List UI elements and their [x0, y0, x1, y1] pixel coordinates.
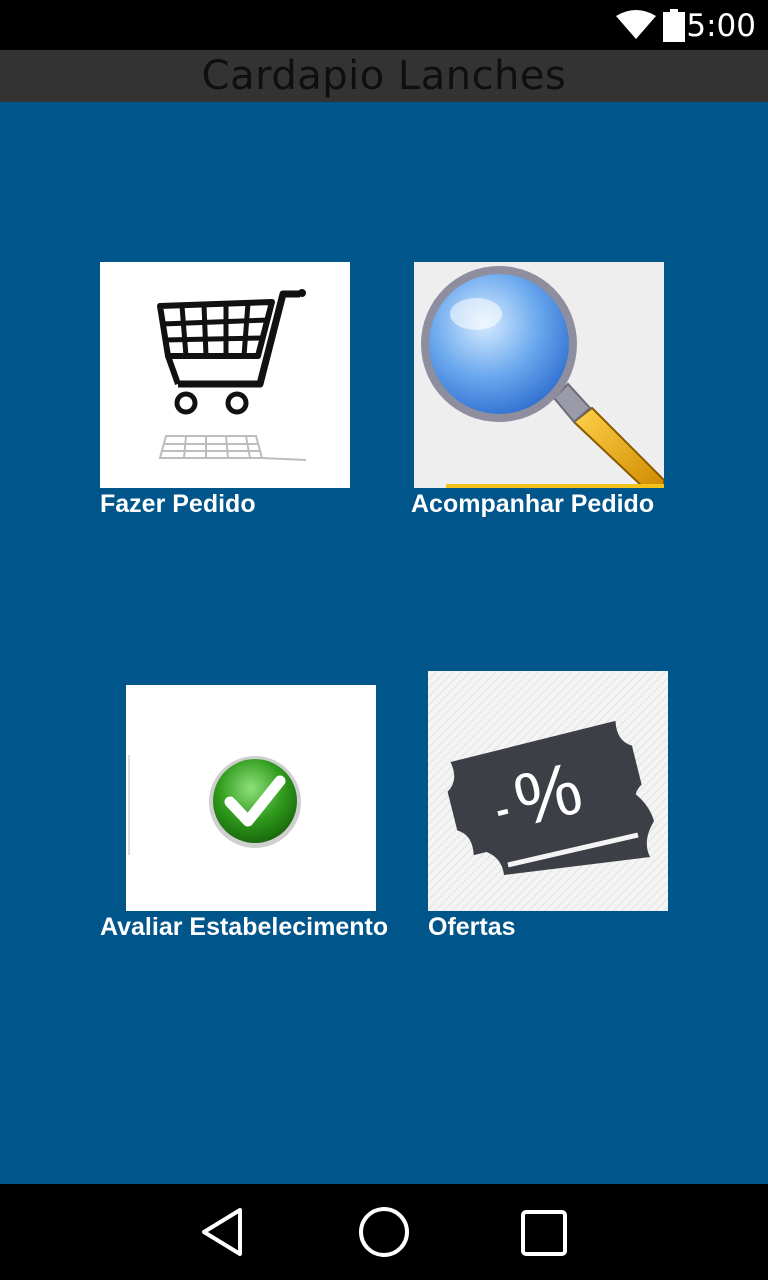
tile-image[interactable]: [414, 262, 664, 488]
wifi-icon: [616, 10, 656, 39]
title-bar: Cardapio Lanches: [0, 50, 768, 102]
menu-item-label: Ofertas: [428, 913, 516, 941]
menu-item-label: Avaliar Estabelecimento: [100, 913, 389, 941]
back-icon[interactable]: [198, 1206, 246, 1258]
shopping-cart-icon: [157, 289, 307, 461]
tile-image[interactable]: [126, 685, 376, 911]
menu-item-label: Fazer Pedido: [100, 490, 256, 518]
checkmark-icon: [128, 755, 301, 855]
discount-ticket-icon: - %: [428, 671, 668, 911]
menu-item-label: Acompanhar Pedido: [411, 490, 655, 518]
magnifying-glass-icon: [421, 266, 664, 488]
status-time: 5:00: [686, 8, 756, 44]
menu-item-avaliar-estabelecimento[interactable]: Avaliar Estabelecimento: [100, 685, 410, 945]
home-icon[interactable]: [357, 1205, 411, 1259]
battery-icon: [663, 9, 685, 42]
recents-icon[interactable]: [519, 1208, 569, 1258]
status-bar: 5:00: [0, 0, 768, 50]
tile-image[interactable]: - %: [428, 671, 668, 911]
app-title: Cardapio Lanches: [201, 53, 567, 99]
tile-image[interactable]: [100, 262, 350, 488]
menu-item-acompanhar-pedido[interactable]: Acompanhar Pedido: [410, 262, 675, 522]
main-menu: Fazer Pedido Acompanhar Pedido Avaliar E…: [0, 102, 768, 1184]
navigation-bar: [0, 1184, 768, 1280]
menu-item-ofertas[interactable]: - % Ofertas: [428, 671, 673, 945]
menu-item-fazer-pedido[interactable]: Fazer Pedido: [100, 262, 360, 522]
